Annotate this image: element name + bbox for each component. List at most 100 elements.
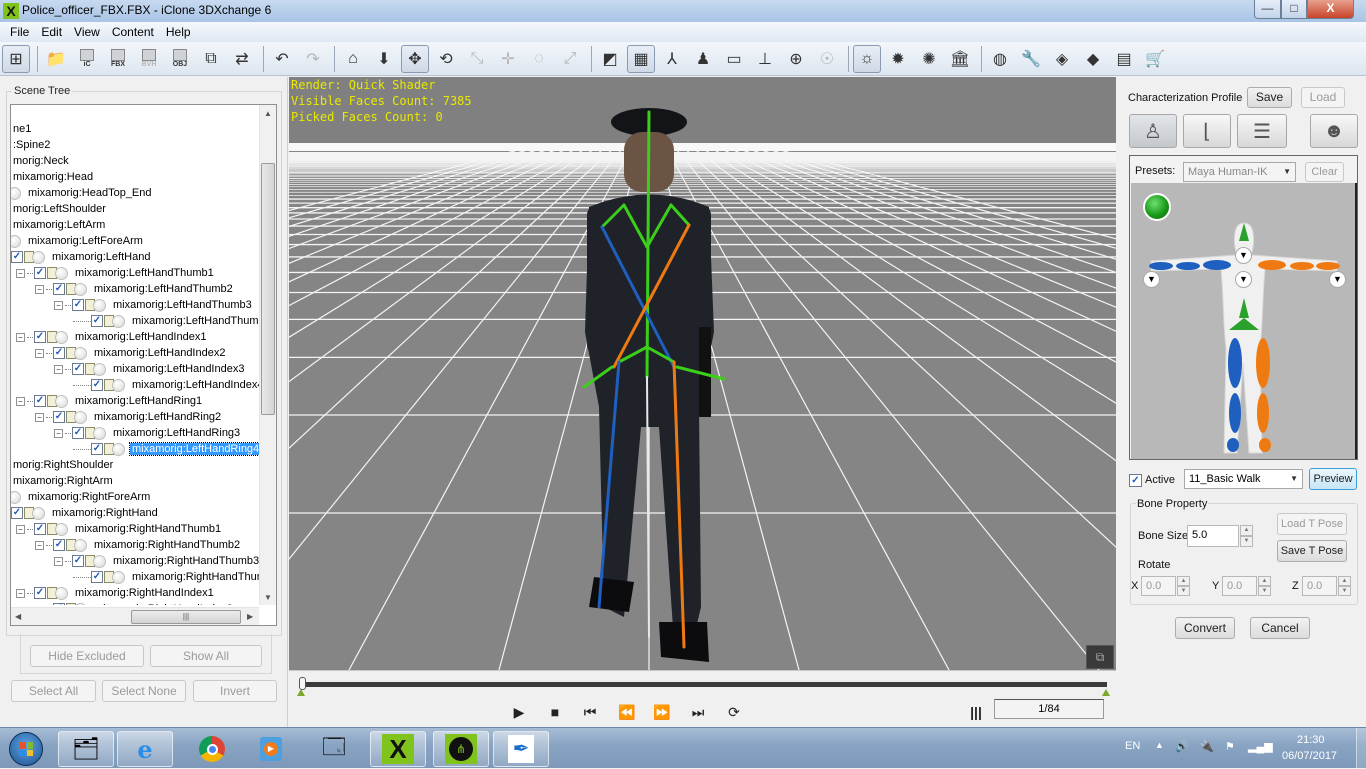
taskbar-internet-explorer[interactable]: e	[117, 731, 173, 767]
tree-row[interactable]: morig:LeftShoulder	[11, 201, 108, 217]
active-checkbox[interactable]: ✓	[1129, 474, 1142, 487]
rotate-z-input[interactable]: 0.0	[1302, 576, 1337, 596]
tree-label[interactable]: mixamorig:LeftForeArm	[26, 235, 145, 247]
motion-dropdown[interactable]: 11_Basic Walk ▼	[1184, 469, 1303, 489]
export-ic-button[interactable]: iC	[73, 45, 101, 73]
range-start-marker[interactable]	[297, 689, 305, 696]
wrench-button[interactable]: 🔧	[1017, 45, 1045, 73]
language-indicator[interactable]: EN	[1125, 740, 1140, 752]
tree-row[interactable]: − ✓ mixamorig:LeftHandIndex3	[54, 361, 246, 377]
loop-button[interactable]: ⟳	[722, 702, 746, 722]
rotate-y-input[interactable]: 0.0	[1222, 576, 1257, 596]
collapse-toggle[interactable]: −	[54, 556, 63, 566]
tree-row[interactable]: − ✓ mixamorig:LeftHandRing1	[16, 393, 204, 409]
tree-label[interactable]: mixamorig:Head	[11, 171, 95, 183]
stop-button[interactable]: ■	[543, 702, 567, 722]
face-mode-button[interactable]: ☻	[1310, 114, 1358, 148]
globe-button[interactable]: ⊕	[782, 45, 810, 73]
select-all-button[interactable]: Select All	[11, 680, 96, 702]
tree-label[interactable]: mixamorig:LeftHandIndex4	[130, 379, 259, 391]
collapse-toggle[interactable]: −	[54, 300, 63, 310]
clock-date[interactable]: 06/07/2017	[1282, 750, 1337, 762]
tree-label[interactable]: mixamorig:LeftHandIndex2	[92, 347, 227, 359]
3d-viewport[interactable]: Render: Quick Shader Visible Faces Count…	[289, 77, 1116, 670]
ground-button[interactable]: ⊥	[751, 45, 779, 73]
left-hand-expand-icon[interactable]: ▼	[1143, 271, 1160, 288]
museum-button[interactable]: 🏛	[946, 45, 974, 73]
light-sun-button[interactable]: ✺	[915, 45, 943, 73]
collapse-toggle[interactable]: −	[54, 428, 63, 438]
load-profile-button[interactable]: Load	[1301, 87, 1345, 108]
tree-label[interactable]: mixamorig:RightArm	[11, 475, 115, 487]
tree-row[interactable]: − ✓ mixamorig:RightHandThumb3	[54, 553, 259, 569]
include-checkbox[interactable]: ✓	[72, 363, 84, 375]
body-map-mode-button[interactable]: ♙	[1129, 114, 1177, 148]
export-fbx-button[interactable]: FBX	[104, 45, 132, 73]
rotate-z-up-icon[interactable]: ▲	[1338, 576, 1351, 586]
clock-time[interactable]: 21:30	[1297, 734, 1325, 746]
collapse-toggle[interactable]: −	[16, 524, 25, 534]
material-edit-button[interactable]: ◆	[1079, 45, 1107, 73]
tree-row[interactable]: − ✓ mixamorig:LeftHandIndex2	[35, 345, 227, 361]
taskbar-windows-explorer[interactable]: 🗔	[306, 731, 362, 767]
open-folder-button[interactable]: 📁	[42, 45, 70, 73]
frame-counter[interactable]: 1/84	[994, 699, 1104, 719]
tree-label[interactable]: mixamorig:RightHand	[50, 507, 160, 519]
material-info-button[interactable]: ◈	[1048, 45, 1076, 73]
tree-row[interactable]: mixamorig:HeadTop_End	[11, 185, 154, 201]
include-checkbox[interactable]: ✓	[53, 603, 65, 605]
include-checkbox[interactable]: ✓	[53, 347, 65, 359]
frame-settings-icon[interactable]: |||	[964, 702, 988, 722]
menu-help[interactable]: Help	[160, 25, 197, 39]
rotate-x-up-icon[interactable]: ▲	[1177, 576, 1190, 586]
clear-preset-button[interactable]: Clear	[1305, 162, 1344, 182]
tree-label[interactable]: mixamorig:RightHandIndex2	[92, 603, 235, 605]
rotate-y-down-icon[interactable]: ▼	[1258, 586, 1271, 596]
include-checkbox[interactable]: ✓	[53, 283, 65, 295]
first-frame-button[interactable]: ⏮	[578, 702, 602, 722]
scroll-right-icon[interactable]: ▶	[247, 612, 253, 621]
collapse-toggle[interactable]: −	[35, 348, 44, 358]
taskbar-chrome[interactable]	[184, 731, 240, 767]
chest-expand-icon[interactable]: ▼	[1235, 271, 1252, 288]
preview-button[interactable]: Preview	[1309, 468, 1357, 490]
taskbar-file-explorer[interactable]: 🗂	[58, 731, 114, 767]
tree-row[interactable]: − ✓ mixamorig:LeftHandThumb1	[16, 265, 216, 281]
menu-file[interactable]: File	[4, 25, 35, 39]
collapse-toggle[interactable]: −	[35, 412, 44, 422]
tree-label[interactable]: mixamorig:RightForeArm	[26, 491, 152, 503]
save-t-pose-button[interactable]: Save T Pose	[1277, 540, 1347, 562]
tree-row[interactable]: − ✓ mixamorig:RightHandThumb1	[16, 521, 223, 537]
tree-label[interactable]: mixamorig:RightHandThumb1	[73, 523, 223, 535]
mesh-globe-button[interactable]: ◍	[986, 45, 1014, 73]
neck-expand-icon[interactable]: ▼	[1235, 247, 1252, 264]
bone-size-input[interactable]: 5.0	[1187, 525, 1239, 547]
tree-label[interactable]: mixamorig:HeadTop_End	[26, 187, 154, 199]
tree-row[interactable]: − ✓ mixamorig:LeftHandIndex1	[16, 329, 208, 345]
include-checkbox[interactable]: ✓	[72, 299, 84, 311]
collapse-toggle[interactable]: −	[16, 332, 25, 342]
include-checkbox[interactable]: ✓	[91, 315, 103, 327]
tree-label[interactable]: mixamorig:LeftHandIndex3	[111, 363, 246, 375]
package-button[interactable]: ⧉	[197, 45, 225, 73]
save-profile-button[interactable]: Save	[1247, 87, 1292, 108]
tree-row[interactable]: − ✓ mixamorig:RightHandThumb2	[35, 537, 242, 553]
rotate-z-down-icon[interactable]: ▼	[1338, 586, 1351, 596]
collapse-toggle[interactable]: −	[35, 284, 44, 294]
show-all-button[interactable]: Show All	[150, 645, 262, 667]
include-checkbox[interactable]: ✓	[91, 379, 103, 391]
show-hidden-icons[interactable]: ▲	[1155, 740, 1164, 750]
tree-label[interactable]: mixamorig:RightHandThumb3	[111, 555, 259, 567]
vertical-scrollbar[interactable]: ▲ ▼	[259, 105, 276, 605]
start-button[interactable]	[5, 731, 47, 767]
include-checkbox[interactable]: ✓	[34, 267, 46, 279]
select-none-button[interactable]: Select None	[102, 680, 186, 702]
view-layout-toggle-icon[interactable]: ⧉	[1086, 645, 1114, 669]
include-checkbox[interactable]: ✓	[34, 395, 46, 407]
tree-row[interactable]: − ✓ mixamorig:LeftHandThumb3	[54, 297, 254, 313]
menu-content[interactable]: Content	[106, 25, 160, 39]
tree-label[interactable]: mixamorig:LeftHandThumb4	[130, 315, 259, 327]
collapse-toggle[interactable]: −	[54, 364, 63, 374]
tree-label[interactable]: mixamorig:RightHandIndex1	[73, 587, 216, 599]
include-checkbox[interactable]: ✓	[34, 331, 46, 343]
